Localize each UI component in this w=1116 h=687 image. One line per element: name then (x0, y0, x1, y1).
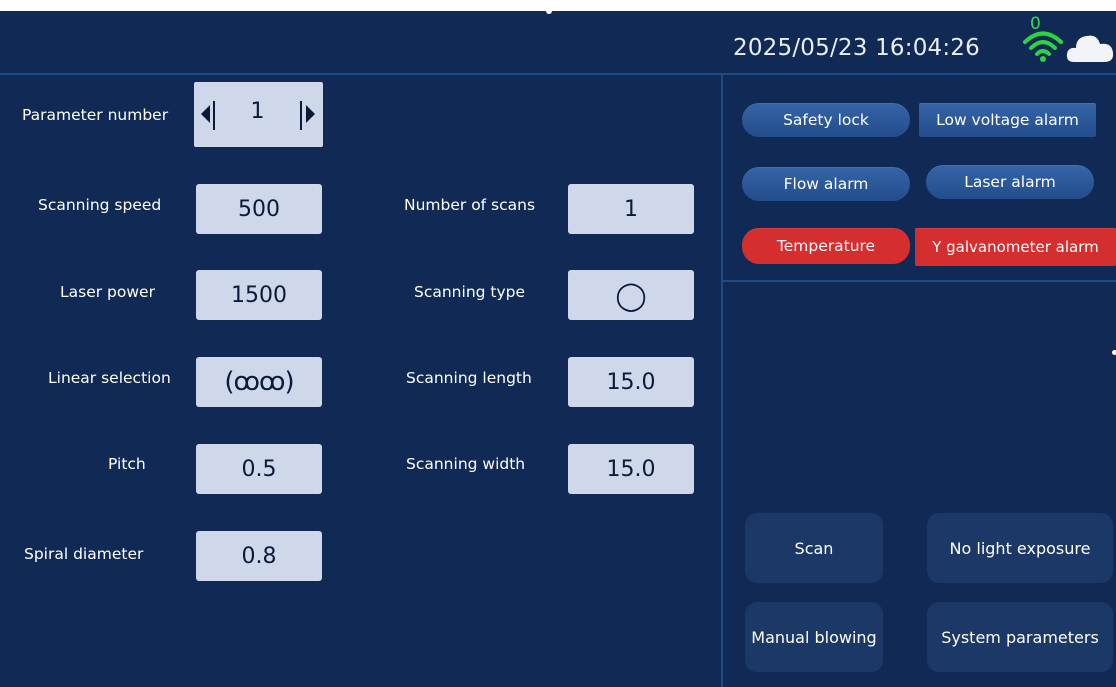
number-of-scans-label: Number of scans (404, 196, 536, 214)
scan-button[interactable]: Scan (745, 513, 883, 583)
laser-power-label: Laser power (60, 283, 155, 301)
laser-power-field[interactable]: 1500 (196, 270, 322, 320)
parameter-number-stepper[interactable]: 1 (194, 82, 323, 147)
circle-icon: ◯ (615, 278, 647, 312)
divider (721, 74, 723, 687)
scanning-width-field[interactable]: 15.0 (568, 444, 694, 494)
spiral-icon: (ꝏꝏ) (224, 367, 294, 397)
y-galvanometer-alarm-indicator: Y galvanometer alarm (915, 228, 1116, 266)
temperature-alarm-indicator: Temperature (742, 228, 910, 264)
cloud-icon (1066, 35, 1114, 62)
wifi-count: 0 (1030, 14, 1041, 34)
system-parameters-button[interactable]: System parameters (927, 602, 1113, 672)
pitch-label: Pitch (108, 455, 146, 473)
wifi-icon (1023, 31, 1063, 62)
divider (0, 73, 1116, 75)
parameter-number-label: Parameter number (22, 106, 169, 124)
parameter-number-value: 1 (250, 99, 265, 124)
safety-lock-indicator: Safety lock (742, 103, 910, 137)
low-voltage-alarm-indicator: Low voltage alarm (919, 103, 1096, 137)
scanning-speed-field[interactable]: 500 (196, 184, 322, 234)
previous-arrow-icon[interactable] (201, 105, 210, 123)
scanning-type-label: Scanning type (414, 283, 526, 301)
next-arrow-icon[interactable] (306, 105, 315, 123)
divider (300, 101, 302, 130)
indicator-dot (546, 8, 552, 14)
divider (722, 280, 1116, 282)
pitch-field[interactable]: 0.5 (196, 444, 322, 494)
scanning-length-label: Scanning length (406, 369, 532, 387)
scanning-speed-label: Scanning speed (38, 196, 162, 214)
manual-blowing-button[interactable]: Manual blowing (745, 602, 883, 672)
linear-selection-label: Linear selection (48, 369, 171, 387)
linear-selection-field[interactable]: (ꝏꝏ) (196, 357, 322, 407)
spiral-diameter-label: Spiral diameter (24, 545, 144, 563)
spiral-diameter-field[interactable]: 0.8 (196, 531, 322, 581)
number-of-scans-field[interactable]: 1 (568, 184, 694, 234)
scanning-type-field[interactable]: ◯ (568, 270, 694, 320)
datetime-display: 2025/05/23 16:04:26 (733, 35, 980, 61)
indicator-dot (1112, 350, 1116, 355)
scanning-length-field[interactable]: 15.0 (568, 357, 694, 407)
no-light-exposure-button[interactable]: No light exposure (927, 513, 1113, 583)
flow-alarm-indicator: Flow alarm (742, 167, 910, 201)
laser-alarm-indicator: Laser alarm (926, 165, 1094, 199)
scanning-width-label: Scanning width (406, 455, 526, 473)
